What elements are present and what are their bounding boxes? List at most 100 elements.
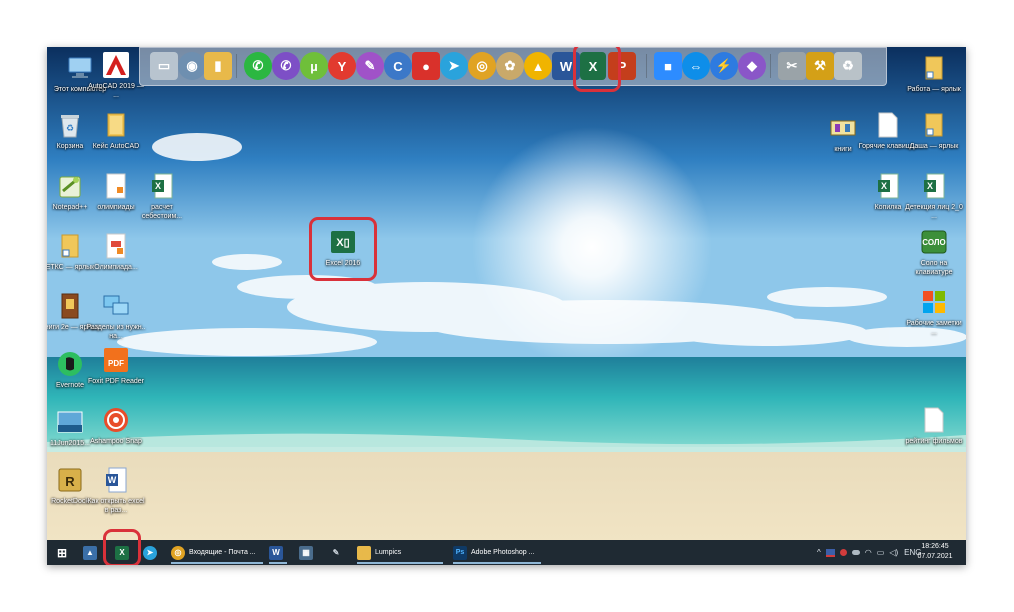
svg-text:X: X	[881, 181, 887, 191]
taskbar-window-photoshop[interactable]: Ps Adobe Photoshop ...	[453, 543, 541, 564]
windows-start-icon: ⊞	[56, 545, 68, 560]
desktop-icon-cost-calc[interactable]: X расчет себестоим...	[131, 171, 193, 221]
rocketdock-icon: R	[58, 468, 82, 492]
dock-zoom-icon[interactable]: ■	[654, 52, 682, 80]
desktop-icon-face-detection[interactable]: X Детекция лиц 2_0 ...	[903, 171, 965, 221]
wifi-icon[interactable]: ◠	[865, 548, 872, 557]
clock[interactable]: 18:26:45 07.07.2021	[915, 542, 955, 562]
taskbar-window-pen[interactable]: ✎	[329, 543, 343, 562]
flag-icon[interactable]	[825, 548, 835, 557]
dock-feather-icon[interactable]: ✎	[356, 52, 384, 80]
document-icon	[106, 233, 126, 259]
windows-flag-icon	[923, 291, 945, 313]
dock-paint-icon[interactable]: ✿	[496, 52, 524, 80]
desktop-icon-sections[interactable]: Разделы из нужн.. на...	[85, 291, 147, 341]
recycle-bin-icon: ♻	[61, 115, 79, 138]
desktop: Этот компьютер AutoCAD 2019 — ... ♻ Корз…	[47, 47, 966, 565]
desktop-icon-work-notes[interactable]: Рабочие заметки ...	[903, 287, 965, 337]
dock-yandex-browser-icon[interactable]: Y	[328, 52, 356, 80]
network-tray-icon[interactable]: ▭	[877, 548, 885, 557]
word-file-icon: W	[106, 467, 127, 493]
svg-text:R: R	[65, 474, 75, 489]
dock-ccleaner-icon[interactable]: C	[384, 52, 412, 80]
word-icon: W	[269, 545, 283, 560]
photoshop-icon: Ps	[453, 545, 467, 560]
highlight-taskbar-excel	[103, 529, 141, 565]
calculator-icon: ▦	[299, 545, 313, 560]
taskbar-window-label: Lumpics	[375, 549, 402, 556]
desktop-icon-work[interactable]: Работа — ярлык	[903, 53, 965, 94]
folder-icon	[107, 113, 125, 137]
foxit-pdf-icon: PDF	[104, 348, 128, 372]
clock-time: 18:26:45	[921, 543, 949, 550]
taskbar-window-label: Adobe Photoshop ...	[471, 549, 535, 556]
dock-settings-icon[interactable]: ⚒	[806, 52, 834, 80]
dock-teamviewer-icon[interactable]: ⇔	[682, 52, 710, 80]
taskbar-window-chrome-mail[interactable]: ◎ Входящие - Почта ...	[171, 543, 263, 564]
dock-recycle-bin-icon[interactable]: ♻	[834, 52, 862, 80]
taskbar-window-word[interactable]: W	[269, 543, 287, 564]
dock-computer-icon[interactable]: ▭	[150, 52, 178, 80]
highlight-dock-excel	[573, 47, 621, 92]
document-icon	[106, 173, 126, 199]
pen-icon: ✎	[332, 548, 340, 557]
rocketdock-bar: ▭ ◉ ▮ ✆ ✆ µ Y ✎ C ● ➤ ◎ ✿ ▲ W X P ■ ⇔ ⚡ ◆ ✂ ⚒ ♻	[139, 47, 887, 86]
dock-folder-icon[interactable]: ▮	[204, 52, 232, 80]
taskbar: ⊞ ▲ X ➤ ◎ Входящие - Почта ... W ▦ ✎ ▮ L…	[47, 540, 966, 565]
desktop-icon-dasha[interactable]: Даша — ярлык	[903, 110, 965, 151]
dock-separator	[770, 54, 771, 78]
clock-date: 07.07.2021	[917, 553, 953, 560]
excel-file-icon: X	[152, 173, 173, 199]
desktop-icon-solo[interactable]: СОЛО Соло на клавиатуре	[903, 227, 965, 277]
telegram-icon: ➤	[143, 545, 157, 560]
taskbar-pinned-telegram[interactable]: ➤	[143, 543, 157, 562]
volume-icon[interactable]: ◁)	[889, 548, 898, 557]
network-icon	[103, 295, 129, 315]
autocad-icon	[103, 52, 129, 78]
dock-utorrent-icon[interactable]: µ	[300, 52, 328, 80]
desktop-icon-ashampoo[interactable]: Ashampoo Snap	[85, 405, 147, 446]
dock-chrome-icon[interactable]: ◎	[468, 52, 496, 80]
explorer-folder-icon: ▮	[357, 545, 371, 560]
svg-text:СОЛО: СОЛО	[922, 238, 945, 247]
desktop-icon-how-open-excel[interactable]: W Как открыть excel в раз...	[85, 465, 147, 515]
taskbar-window-lumpics[interactable]: ▮ Lumpics	[357, 543, 443, 564]
security-icon[interactable]	[839, 549, 847, 556]
dock-viber-icon[interactable]: ✆	[272, 52, 300, 80]
folder-shortcut-icon	[61, 234, 79, 258]
taskbar-window-label: Входящие - Почта ...	[189, 549, 256, 556]
svg-text:X: X	[927, 181, 933, 191]
taskbar-window-calculator[interactable]: ▦	[299, 543, 313, 562]
book-shortcut-icon	[61, 293, 79, 319]
dock-app-icon: ▲	[83, 545, 97, 560]
text-file-icon	[924, 407, 944, 433]
solo-icon: СОЛО	[921, 230, 947, 254]
notepad-plus-icon	[59, 176, 81, 198]
dock-visual-studio-icon[interactable]: ◆	[738, 52, 766, 80]
excel-file-icon: X	[878, 173, 899, 199]
dock-speed-icon[interactable]: ⚡	[710, 52, 738, 80]
dock-tools-icon[interactable]: ✂	[778, 52, 806, 80]
desktop-icon-foxit[interactable]: PDF Foxit PDF Reader	[85, 345, 147, 386]
desktop-icon-autocad[interactable]: AutoCAD 2019 — ...	[85, 50, 147, 100]
excel-file-icon: X	[924, 173, 945, 199]
desktop-icon-case-autocad[interactable]: Кейс AutoCAD	[85, 110, 147, 151]
dock-telegram-icon[interactable]: ➤	[440, 52, 468, 80]
start-button[interactable]: ⊞	[55, 543, 69, 562]
chevron-up-icon[interactable]: ^	[817, 548, 821, 557]
dock-network-icon[interactable]: ◉	[178, 52, 206, 80]
ashampoo-snap-icon	[104, 408, 128, 432]
dock-whatsapp-icon[interactable]: ✆	[244, 52, 272, 80]
tray-icons: ^ ◠ ▭ ◁) ENG	[817, 543, 921, 562]
svg-text:W: W	[108, 475, 117, 485]
dock-archicad-icon[interactable]: ▲	[524, 52, 552, 80]
dock-recorder-icon[interactable]: ●	[412, 52, 440, 80]
cloud-icon[interactable]	[851, 550, 860, 555]
desktop-icon-olympiad[interactable]: Олимпиада...	[85, 231, 147, 272]
folder-shortcut-icon	[925, 113, 943, 137]
highlight-desktop-excel	[309, 217, 377, 281]
desktop-icon-movie-rating[interactable]: рейтинг фильмов	[903, 405, 965, 446]
taskbar-pinned-dock-app[interactable]: ▲	[83, 543, 97, 562]
text-file-icon	[878, 112, 898, 138]
svg-text:♻: ♻	[66, 123, 74, 133]
